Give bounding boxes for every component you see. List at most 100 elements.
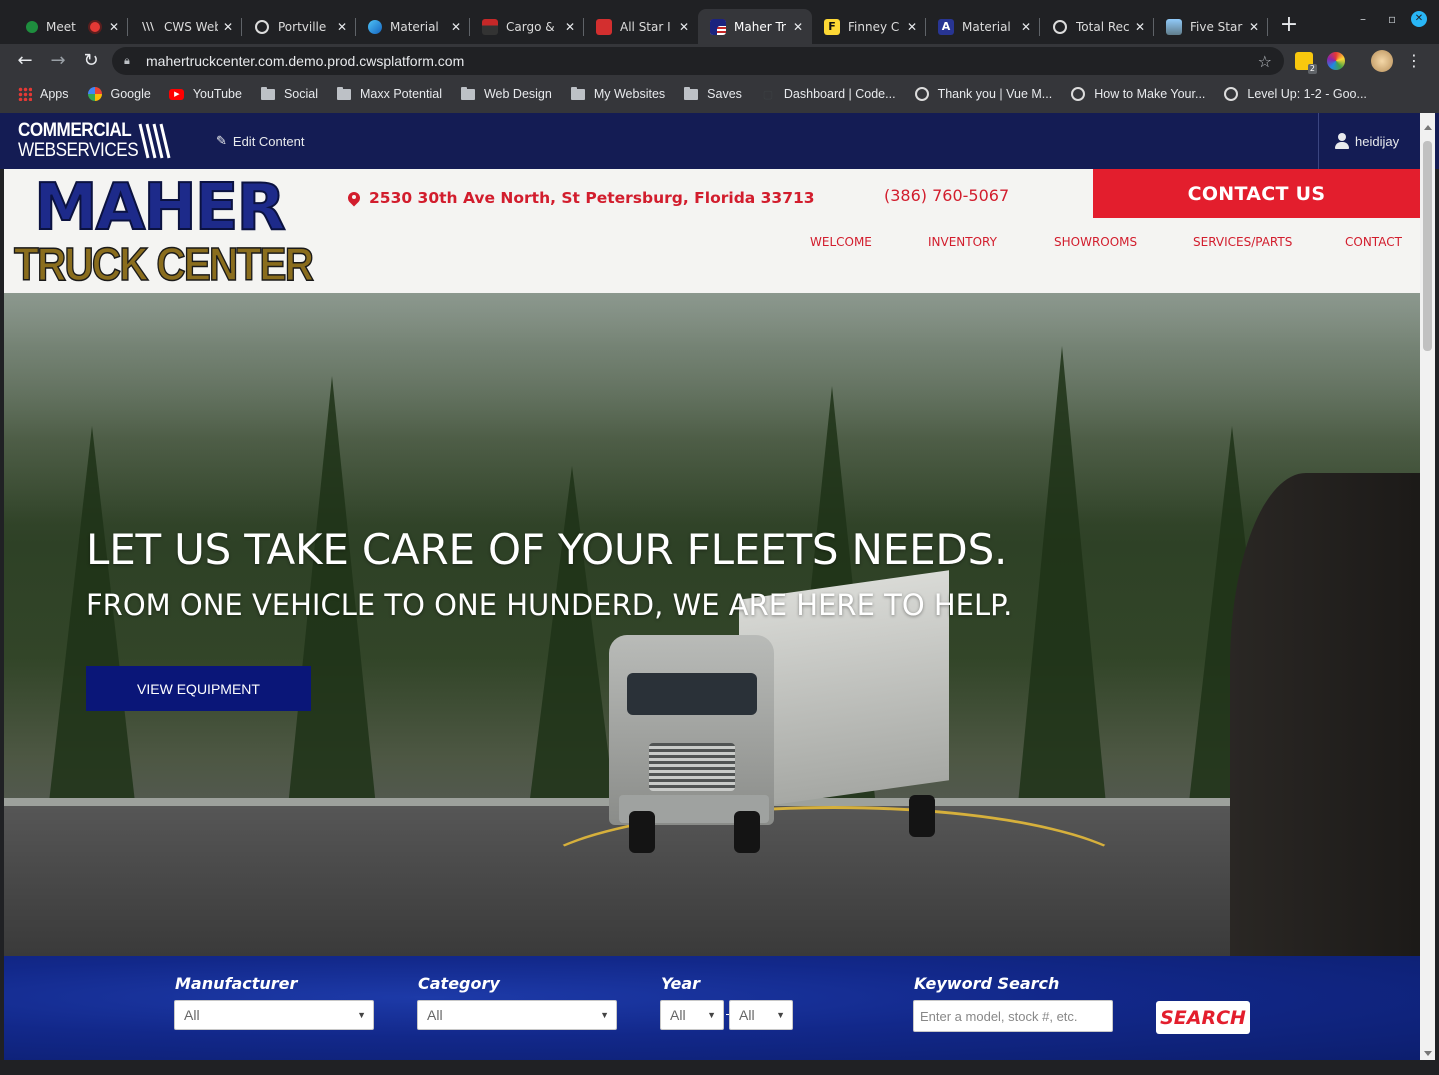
contact-us-button[interactable]: CONTACT US bbox=[1093, 169, 1420, 218]
tab-cws[interactable]: \\\ CWS Web ✕ bbox=[128, 9, 242, 44]
close-window-icon[interactable]: ✕ bbox=[1411, 11, 1427, 27]
folder-icon bbox=[683, 86, 699, 101]
url-text: mahertruckcenter.com.demo.prod.cwsplatfo… bbox=[146, 53, 465, 69]
bookmark-label: Social bbox=[283, 87, 318, 101]
bookmark-label: Maxx Potential bbox=[359, 87, 442, 101]
close-icon[interactable]: ✕ bbox=[564, 20, 576, 34]
tab-title: Meet bbox=[46, 19, 76, 34]
reload-icon[interactable]: ↻ bbox=[80, 51, 102, 71]
extension-notes-icon[interactable]: 2 bbox=[1295, 52, 1317, 74]
bookmark-folder-maxx[interactable]: Maxx Potential bbox=[336, 86, 442, 101]
tab-maher[interactable]: Maher Tr ✕ bbox=[698, 9, 812, 44]
tab-cargo[interactable]: Cargo & ✕ bbox=[470, 9, 584, 44]
truck-wheel bbox=[629, 811, 655, 853]
tab-allstar[interactable]: All Star I ✕ bbox=[584, 9, 698, 44]
close-icon[interactable]: ✕ bbox=[222, 20, 234, 34]
extension-colorpicker-icon[interactable] bbox=[1327, 52, 1345, 70]
truck-windshield bbox=[627, 673, 757, 715]
category-select[interactable]: All ▼ bbox=[417, 1000, 617, 1030]
bookmark-thankyou[interactable]: Thank you | Vue M... bbox=[914, 87, 1052, 101]
tab-material[interactable]: Material ✕ bbox=[356, 9, 470, 44]
bookmark-label: Apps bbox=[40, 87, 69, 101]
close-icon[interactable]: ✕ bbox=[1020, 20, 1032, 34]
tab-fivestar[interactable]: Five Star ✕ bbox=[1154, 9, 1268, 44]
bookmark-dashboard[interactable]: ▢ Dashboard | Code... bbox=[760, 87, 896, 101]
tree-shape bbox=[1014, 346, 1110, 846]
bookmark-star-icon[interactable]: ☆ bbox=[1258, 52, 1272, 71]
page-scrollbar[interactable] bbox=[1420, 113, 1435, 1060]
hero-text: LET US TAKE CARE OF YOUR FLEETS NEEDS. F… bbox=[86, 525, 1012, 625]
scroll-up-arrow-icon[interactable] bbox=[1424, 125, 1432, 130]
nav-inventory[interactable]: INVENTORY bbox=[928, 235, 997, 249]
year-label: Year bbox=[661, 974, 701, 993]
bookmark-levelup[interactable]: Level Up: 1-2 - Goo... bbox=[1223, 87, 1367, 101]
nav-contact[interactable]: CONTACT bbox=[1345, 235, 1402, 249]
cws-logo[interactable]: COMMERCIAL WEBSERVICES bbox=[18, 121, 152, 161]
manufacturer-select[interactable]: All ▼ bbox=[174, 1000, 374, 1030]
year-from-select[interactable]: All ▼ bbox=[660, 1000, 724, 1030]
tab-material-2[interactable]: A Material ✕ bbox=[926, 9, 1040, 44]
extension-badge: 2 bbox=[1307, 64, 1317, 74]
year-to-select[interactable]: All ▼ bbox=[729, 1000, 793, 1030]
cws-logo-line2: WEBSERVICES bbox=[18, 140, 139, 161]
tab-finney[interactable]: F Finney C ✕ bbox=[812, 9, 926, 44]
truck-image bbox=[609, 570, 949, 855]
tab-title: Portville bbox=[278, 19, 327, 34]
address-bar[interactable]: 🔒︎ mahertruckcenter.com.demo.prod.cwspla… bbox=[112, 47, 1284, 75]
view-equipment-button[interactable]: VIEW EQUIPMENT bbox=[86, 666, 311, 711]
minimize-icon[interactable]: – bbox=[1360, 12, 1366, 26]
bookmark-label: Dashboard | Code... bbox=[783, 87, 896, 101]
close-icon[interactable]: ✕ bbox=[336, 20, 348, 34]
bookmark-youtube[interactable]: ▶ YouTube bbox=[169, 87, 242, 101]
bookmark-folder-webdesign[interactable]: Web Design bbox=[460, 86, 552, 101]
youtube-icon: ▶ bbox=[169, 87, 185, 101]
profile-avatar[interactable] bbox=[1371, 50, 1393, 72]
search-button[interactable]: SEARCH bbox=[1156, 1001, 1250, 1034]
new-tab-button[interactable]: + bbox=[1278, 14, 1300, 36]
maher-logo-text[interactable]: MAHER bbox=[33, 175, 287, 241]
tab-portville[interactable]: Portville ✕ bbox=[242, 9, 356, 44]
username: heidijay bbox=[1355, 133, 1400, 149]
globe-icon bbox=[254, 19, 270, 35]
tab-totalrec[interactable]: Total Rec ✕ bbox=[1040, 9, 1154, 44]
edit-content-button[interactable]: ✎ Edit Content bbox=[216, 133, 304, 149]
tab-title: Cargo & bbox=[506, 19, 555, 34]
tab-meet[interactable]: Meet ✕ bbox=[14, 9, 128, 44]
cargo-icon bbox=[482, 18, 498, 35]
restore-icon[interactable]: ▫ bbox=[1388, 12, 1396, 26]
close-icon[interactable]: ✕ bbox=[1134, 20, 1146, 34]
close-icon[interactable]: ✕ bbox=[1248, 20, 1260, 34]
phone-number[interactable]: (386) 760-5067 bbox=[884, 186, 1009, 205]
bookmark-apps[interactable]: Apps bbox=[18, 87, 69, 101]
globe-icon bbox=[1052, 19, 1068, 35]
forward-arrow-icon[interactable]: → bbox=[47, 51, 69, 71]
menu-kebab-icon[interactable]: ⋮ bbox=[1403, 51, 1425, 71]
nav-showrooms[interactable]: SHOWROOMS bbox=[1054, 235, 1137, 249]
bookmark-folder-social[interactable]: Social bbox=[260, 86, 318, 101]
scrollbar-thumb[interactable] bbox=[1423, 141, 1432, 351]
apps-grid-icon bbox=[18, 87, 32, 101]
bookmark-label: Level Up: 1-2 - Goo... bbox=[1247, 87, 1367, 101]
bookmark-folder-mywebsites[interactable]: My Websites bbox=[570, 86, 665, 101]
close-icon[interactable]: ✕ bbox=[450, 20, 462, 34]
bookmark-folder-saves[interactable]: Saves bbox=[683, 86, 742, 101]
keyword-search-input[interactable] bbox=[913, 1000, 1113, 1032]
bookmarks-bar: Apps Google ▶ YouTube Social Maxx Potent… bbox=[0, 80, 1439, 108]
globe-icon bbox=[1223, 87, 1239, 101]
close-icon[interactable]: ✕ bbox=[906, 20, 918, 34]
dropdown-arrow-icon: ▼ bbox=[707, 1010, 716, 1020]
scroll-down-arrow-icon[interactable] bbox=[1424, 1051, 1432, 1056]
bookmark-howto[interactable]: How to Make Your... bbox=[1070, 87, 1205, 101]
back-arrow-icon[interactable]: ← bbox=[14, 51, 36, 71]
tree-shape bbox=[44, 426, 140, 846]
folder-icon bbox=[460, 86, 476, 101]
close-icon[interactable]: ✕ bbox=[108, 20, 120, 34]
nav-services-parts[interactable]: SERVICES/PARTS bbox=[1193, 235, 1292, 249]
meet-icon bbox=[26, 20, 38, 33]
nav-welcome[interactable]: WELCOME bbox=[810, 235, 872, 249]
close-icon[interactable]: ✕ bbox=[678, 20, 690, 34]
close-icon[interactable]: ✕ bbox=[792, 20, 804, 34]
cws-stripes-icon bbox=[138, 123, 171, 159]
address[interactable]: 2530 30th Ave North, St Petersburg, Flor… bbox=[348, 189, 815, 207]
bookmark-google[interactable]: Google bbox=[87, 87, 151, 101]
